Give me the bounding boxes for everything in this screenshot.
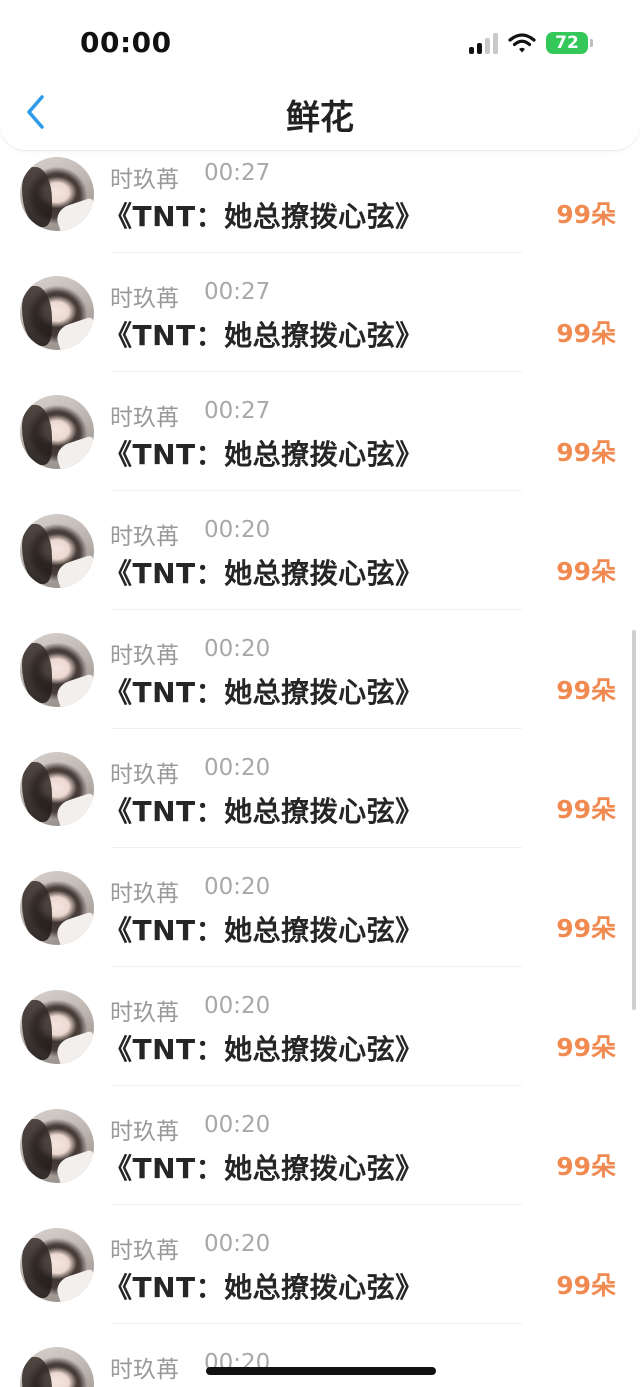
flower-count: 99朵 bbox=[556, 200, 616, 229]
avatar[interactable] bbox=[20, 514, 94, 588]
sender-name: 时玖苒 bbox=[110, 762, 179, 788]
battery-indicator: 72 bbox=[546, 32, 593, 54]
avatar[interactable] bbox=[20, 752, 94, 826]
avatar[interactable] bbox=[20, 395, 94, 469]
list-item[interactable]: 时玖苒 00:20 《TNT：她总撩拨心弦》 99朵 bbox=[0, 990, 640, 1109]
flower-count: 99朵 bbox=[556, 1152, 616, 1181]
list-item[interactable]: 时玖苒 00:20 《TNT：她总撩拨心弦》 99朵 bbox=[0, 1228, 640, 1347]
book-title: 《TNT：她总撩拨心弦》 bbox=[104, 438, 424, 471]
divider bbox=[112, 966, 522, 967]
flower-count: 99朵 bbox=[556, 1271, 616, 1300]
sender-name: 时玖苒 bbox=[110, 286, 179, 312]
sender-name: 时玖苒 bbox=[110, 1357, 179, 1383]
sender-name: 时玖苒 bbox=[110, 1000, 179, 1026]
gift-time: 00:27 bbox=[204, 160, 271, 186]
divider bbox=[112, 1085, 522, 1086]
list-item[interactable]: 时玖苒 00:27 《TNT：她总撩拨心弦》 99朵 bbox=[0, 395, 640, 514]
sender-name: 时玖苒 bbox=[110, 405, 179, 431]
book-title: 《TNT：她总撩拨心弦》 bbox=[104, 1152, 424, 1185]
book-title: 《TNT：她总撩拨心弦》 bbox=[104, 200, 424, 233]
book-title: 《TNT：她总撩拨心弦》 bbox=[104, 557, 424, 590]
sender-name: 时玖苒 bbox=[110, 167, 179, 193]
avatar[interactable] bbox=[20, 1347, 94, 1387]
wifi-icon bbox=[508, 33, 536, 53]
flower-count: 99朵 bbox=[556, 319, 616, 348]
gift-time: 00:20 bbox=[204, 517, 271, 543]
gift-time: 00:20 bbox=[204, 1112, 271, 1138]
list-item[interactable]: 时玖苒 00:27 《TNT：她总撩拨心弦》 99朵 bbox=[0, 157, 640, 276]
divider bbox=[112, 847, 522, 848]
gift-time: 00:20 bbox=[204, 874, 271, 900]
gift-time: 00:20 bbox=[204, 993, 271, 1019]
gift-time: 00:20 bbox=[204, 755, 271, 781]
list-item[interactable]: 时玖苒 00:20 《TNT：她总撩拨心弦》 99朵 bbox=[0, 871, 640, 990]
sender-name: 时玖苒 bbox=[110, 1119, 179, 1145]
book-title: 《TNT：她总撩拨心弦》 bbox=[104, 914, 424, 947]
gift-time: 00:20 bbox=[204, 1231, 271, 1257]
top-bar: 00:00 72 鲜花 bbox=[0, 0, 640, 150]
divider bbox=[112, 609, 522, 610]
list-item[interactable]: 时玖苒 00:27 《TNT：她总撩拨心弦》 99朵 bbox=[0, 276, 640, 395]
flower-count: 99朵 bbox=[556, 438, 616, 467]
sender-name: 时玖苒 bbox=[110, 881, 179, 907]
divider bbox=[112, 728, 522, 729]
book-title: 《TNT：她总撩拨心弦》 bbox=[104, 1033, 424, 1066]
status-icons: 72 bbox=[469, 28, 593, 58]
list-item[interactable]: 时玖苒 00:20 《TNT：她总撩拨心弦》 99朵 bbox=[0, 752, 640, 871]
cellular-signal-icon bbox=[469, 32, 498, 54]
list-item[interactable]: 时玖苒 00:20 《TNT：她总撩拨心弦》 99朵 bbox=[0, 514, 640, 633]
flower-count: 99朵 bbox=[556, 557, 616, 586]
flower-count: 99朵 bbox=[556, 795, 616, 824]
gift-time: 00:20 bbox=[204, 636, 271, 662]
divider bbox=[112, 1323, 522, 1324]
sender-name: 时玖苒 bbox=[110, 643, 179, 669]
avatar[interactable] bbox=[20, 276, 94, 350]
book-title: 《TNT：她总撩拨心弦》 bbox=[104, 319, 424, 352]
sender-name: 时玖苒 bbox=[110, 1238, 179, 1264]
avatar[interactable] bbox=[20, 1109, 94, 1183]
scrollbar[interactable] bbox=[632, 630, 636, 1010]
avatar[interactable] bbox=[20, 157, 94, 231]
divider bbox=[112, 371, 522, 372]
divider bbox=[112, 252, 522, 253]
book-title: 《TNT：她总撩拨心弦》 bbox=[104, 676, 424, 709]
status-time: 00:00 bbox=[80, 26, 172, 59]
page-title: 鲜花 bbox=[286, 98, 354, 138]
flower-count: 99朵 bbox=[556, 676, 616, 705]
list-item[interactable]: 时玖苒 00:20 《TNT：她总撩拨心弦》 99朵 bbox=[0, 633, 640, 752]
flower-count: 99朵 bbox=[556, 1033, 616, 1062]
avatar[interactable] bbox=[20, 990, 94, 1064]
divider bbox=[112, 1204, 522, 1205]
home-indicator bbox=[206, 1367, 436, 1375]
gift-time: 00:27 bbox=[204, 398, 271, 424]
gift-time: 00:27 bbox=[204, 279, 271, 305]
avatar[interactable] bbox=[20, 871, 94, 945]
flower-count: 99朵 bbox=[556, 914, 616, 943]
divider bbox=[112, 490, 522, 491]
avatar[interactable] bbox=[20, 1228, 94, 1302]
book-title: 《TNT：她总撩拨心弦》 bbox=[104, 795, 424, 828]
list-item[interactable]: 时玖苒 00:20 《TNT：她总撩拨心弦》 99朵 bbox=[0, 1109, 640, 1228]
sender-name: 时玖苒 bbox=[110, 524, 179, 550]
book-title: 《TNT：她总撩拨心弦》 bbox=[104, 1271, 424, 1304]
avatar[interactable] bbox=[20, 633, 94, 707]
